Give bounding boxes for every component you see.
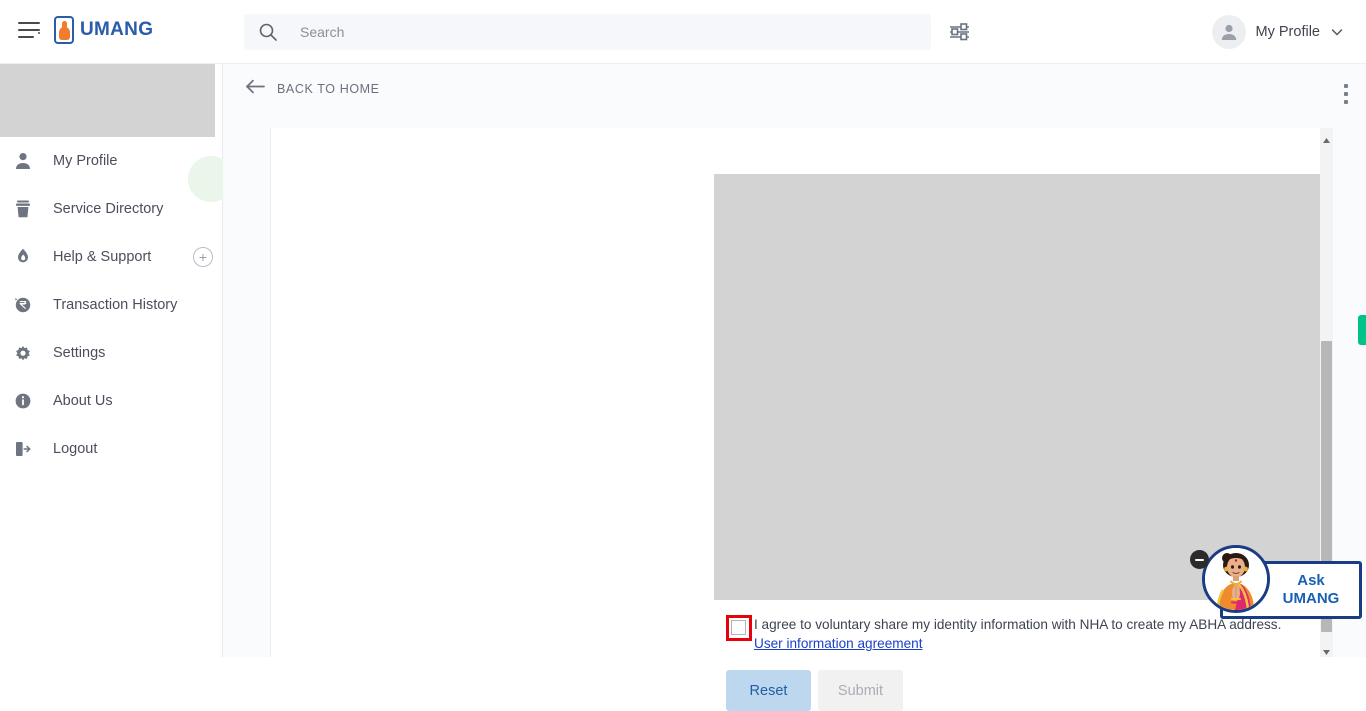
umang-logo[interactable]: UMANG [54, 16, 153, 44]
page-toolbar: BACK TO HOME [223, 64, 1366, 114]
form-actions: Reset Submit [726, 670, 903, 711]
gear-icon [13, 343, 33, 363]
sidebar-item-label: About Us [53, 393, 113, 409]
scroll-up-arrow[interactable] [1322, 132, 1331, 143]
chevron-down-icon [1330, 25, 1344, 39]
history-rupee-icon [13, 295, 33, 315]
sidebar-item-about-us[interactable]: About Us [0, 377, 223, 425]
back-to-home-label: BACK TO HOME [277, 82, 380, 96]
user-information-agreement-link[interactable]: User information agreement [754, 636, 923, 651]
directory-icon [13, 199, 33, 219]
user-icon [13, 151, 33, 171]
embedded-content-placeholder [714, 174, 1323, 600]
reset-button[interactable]: Reset [726, 670, 811, 711]
filter-sliders-icon[interactable] [947, 21, 973, 43]
avatar [1211, 15, 1246, 49]
ask-umang-line1: Ask [1297, 572, 1325, 589]
sidebar-nav: My Profile Service Directory Help & Supp… [0, 137, 223, 473]
info-icon [13, 391, 33, 411]
help-hand-icon [13, 247, 33, 267]
top-header-bar: UMANG My Profile [0, 0, 1366, 64]
sidebar-item-help-support[interactable]: Help & Support + [0, 233, 223, 281]
card-left-border [270, 128, 271, 657]
more-vertical-icon[interactable] [1344, 84, 1348, 108]
sidebar-item-label: My Profile [53, 153, 118, 169]
sidebar-item-label: Logout [53, 441, 98, 457]
sidebar-item-settings[interactable]: Settings [0, 329, 223, 377]
sidebar-item-logout[interactable]: Logout [0, 425, 223, 473]
profile-menu[interactable]: My Profile [1211, 14, 1344, 50]
sidebar-item-my-profile[interactable]: My Profile [0, 137, 223, 185]
scroll-down-arrow[interactable] [1322, 644, 1331, 655]
left-sidebar: My Profile Service Directory Help & Supp… [0, 64, 234, 657]
plus-circle-icon[interactable]: + [193, 247, 213, 267]
search-bar[interactable] [244, 14, 931, 50]
brand-name: UMANG [80, 19, 154, 40]
ask-umang-line2: UMANG [1282, 590, 1340, 607]
arrow-left-icon [245, 79, 265, 99]
back-to-home-link[interactable]: BACK TO HOME [245, 79, 380, 99]
sidebar-item-label: Help & Support [53, 249, 152, 265]
sidebar-item-label: Settings [53, 345, 106, 361]
minimize-icon[interactable] [1190, 550, 1209, 569]
submit-button[interactable]: Submit [818, 670, 903, 711]
consent-checkbox[interactable] [731, 620, 746, 635]
search-icon [258, 22, 278, 42]
sidebar-item-transaction-history[interactable]: Transaction History [0, 281, 223, 329]
side-feedback-tab[interactable] [1358, 315, 1366, 345]
hamburger-menu-icon[interactable] [18, 22, 40, 40]
profile-name: My Profile [1255, 24, 1320, 40]
sidebar-item-label: Transaction History [53, 297, 178, 313]
search-input[interactable] [300, 24, 880, 40]
ask-umang-label: Ask UMANG [1273, 572, 1349, 608]
sidebar-item-service-directory[interactable]: Service Directory [0, 185, 223, 233]
sidebar-item-label: Service Directory [53, 201, 164, 217]
logout-icon [13, 439, 33, 459]
namaste-assistant-avatar[interactable] [1202, 545, 1270, 613]
ask-umang-chat-widget[interactable]: Ask UMANG [1188, 545, 1366, 635]
sidebar-user-card-placeholder [0, 64, 215, 137]
consent-checkbox-wrapper[interactable] [726, 615, 752, 641]
umang-mark-icon [54, 16, 74, 44]
